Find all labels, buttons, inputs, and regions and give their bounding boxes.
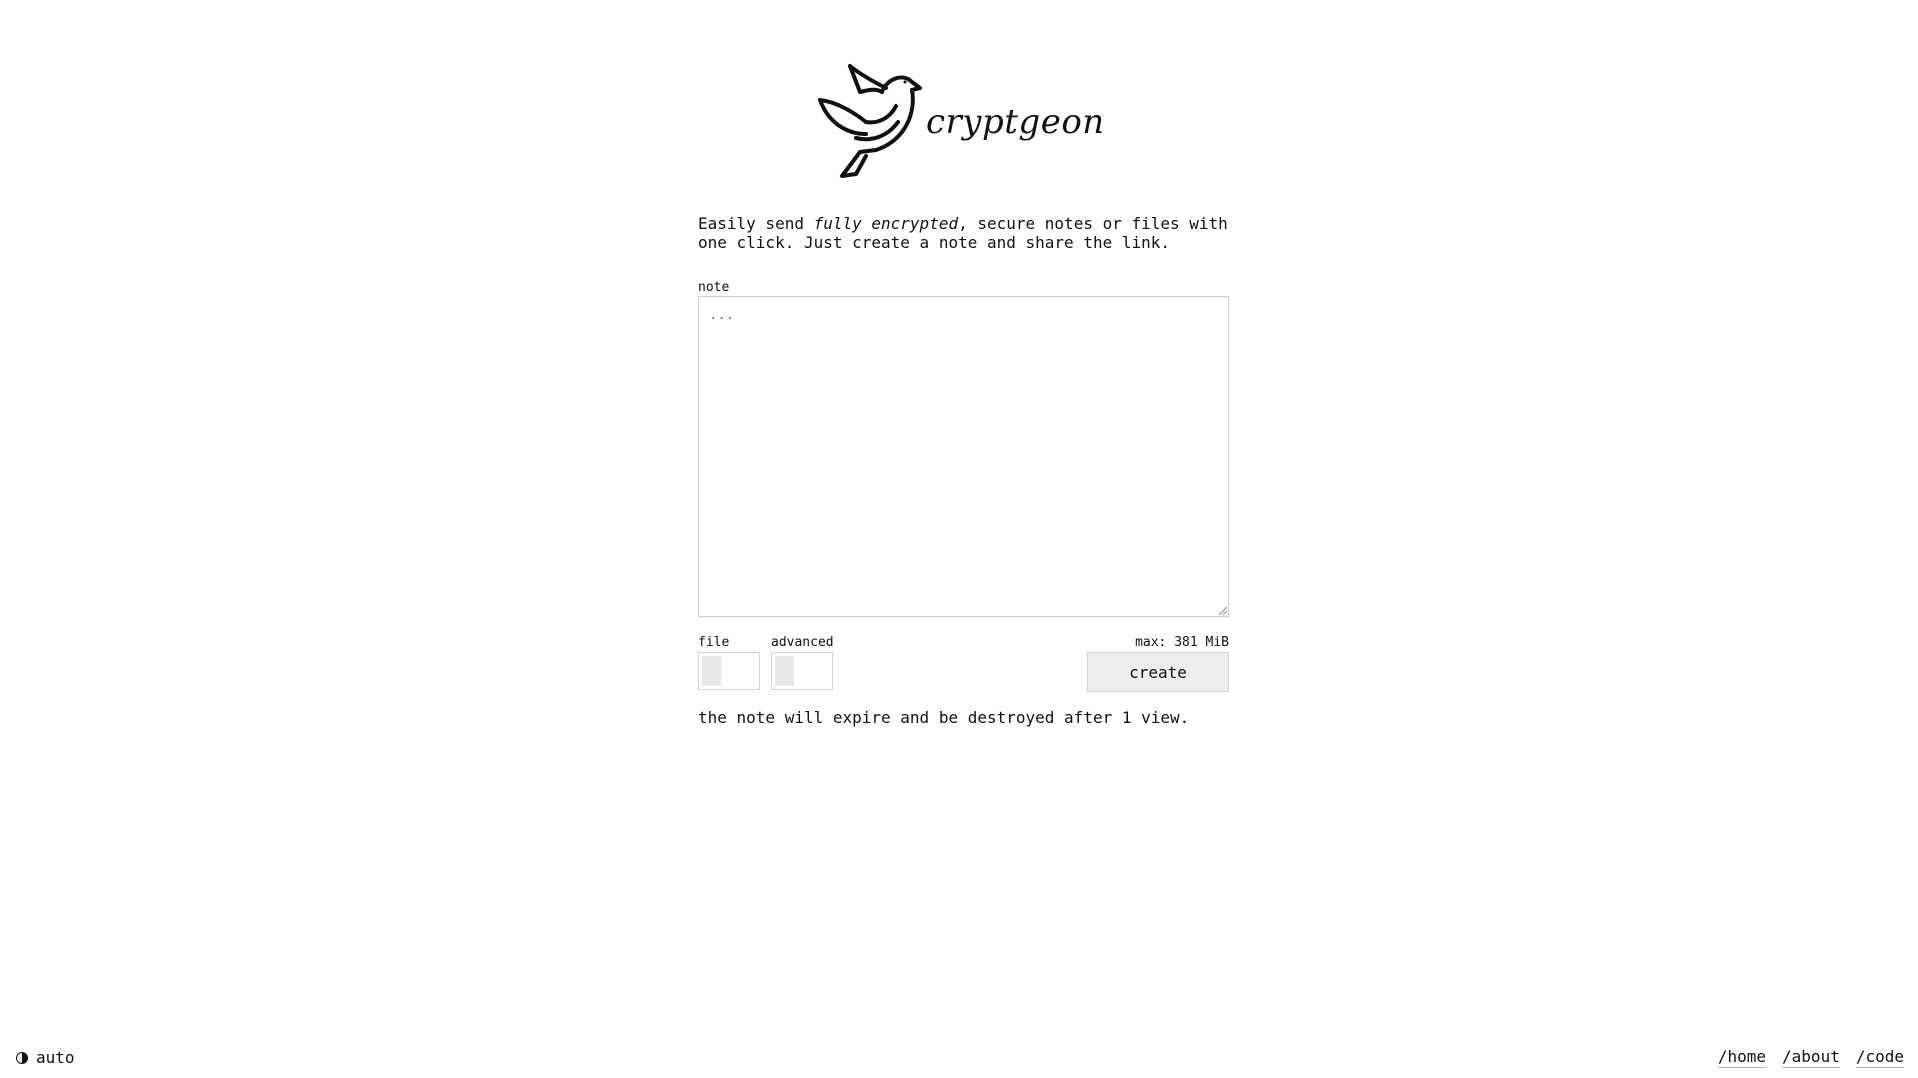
contrast-icon	[16, 1051, 28, 1064]
dove-logo-icon	[818, 64, 922, 178]
intro-emphasis: fully encrypted	[813, 214, 959, 233]
note-textarea[interactable]	[698, 296, 1229, 617]
note-label: note	[698, 280, 730, 295]
note-field-wrapper	[698, 296, 1229, 617]
code-link[interactable]: /code	[1855, 1047, 1904, 1068]
intro-prefix: Easily send	[698, 214, 814, 233]
intro-text: Easily send fully encrypted, secure note…	[698, 214, 1229, 252]
about-link[interactable]: /about	[1782, 1047, 1840, 1068]
advanced-label: advanced	[771, 635, 834, 650]
file-toggle-group: file	[698, 635, 760, 690]
max-size-label: max: 381 MiB	[1135, 635, 1229, 650]
toggle-knob	[775, 656, 794, 686]
advanced-toggle[interactable]	[771, 652, 833, 690]
resize-handle-icon[interactable]	[1219, 607, 1227, 615]
theme-label: auto	[36, 1048, 75, 1067]
file-toggle[interactable]	[698, 652, 760, 690]
create-button[interactable]: create	[1087, 652, 1229, 692]
expire-notice: the note will expire and be destroyed af…	[698, 708, 1190, 727]
toggle-knob	[702, 656, 721, 686]
file-label: file	[698, 635, 730, 650]
brand-logo[interactable]: cryptgeon	[816, 58, 1104, 182]
main-content: Easily send fully encrypted, secure note…	[698, 214, 1229, 727]
theme-toggle[interactable]: auto	[16, 1048, 75, 1067]
brand-name: cryptgeon	[926, 102, 1105, 142]
advanced-toggle-group: advanced	[771, 635, 834, 690]
home-link[interactable]: /home	[1717, 1047, 1767, 1068]
controls-row: file advanced max: 381 MiB create	[698, 635, 1229, 695]
footer-nav: /home /about /code	[1717, 1047, 1904, 1068]
